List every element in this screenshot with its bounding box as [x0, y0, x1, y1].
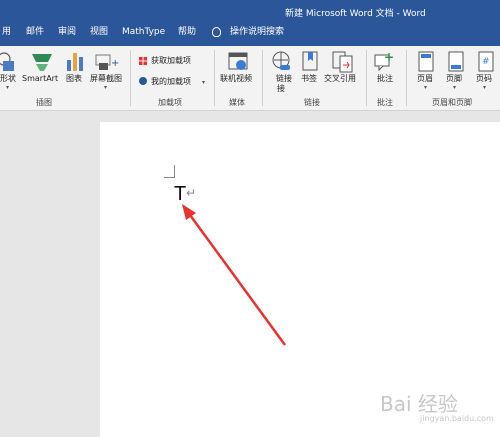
baidu-watermark-url: jingyan.baidu.com [420, 414, 494, 423]
annotation-arrow [182, 204, 287, 346]
baidu-watermark: Bai 经验 [380, 392, 458, 416]
